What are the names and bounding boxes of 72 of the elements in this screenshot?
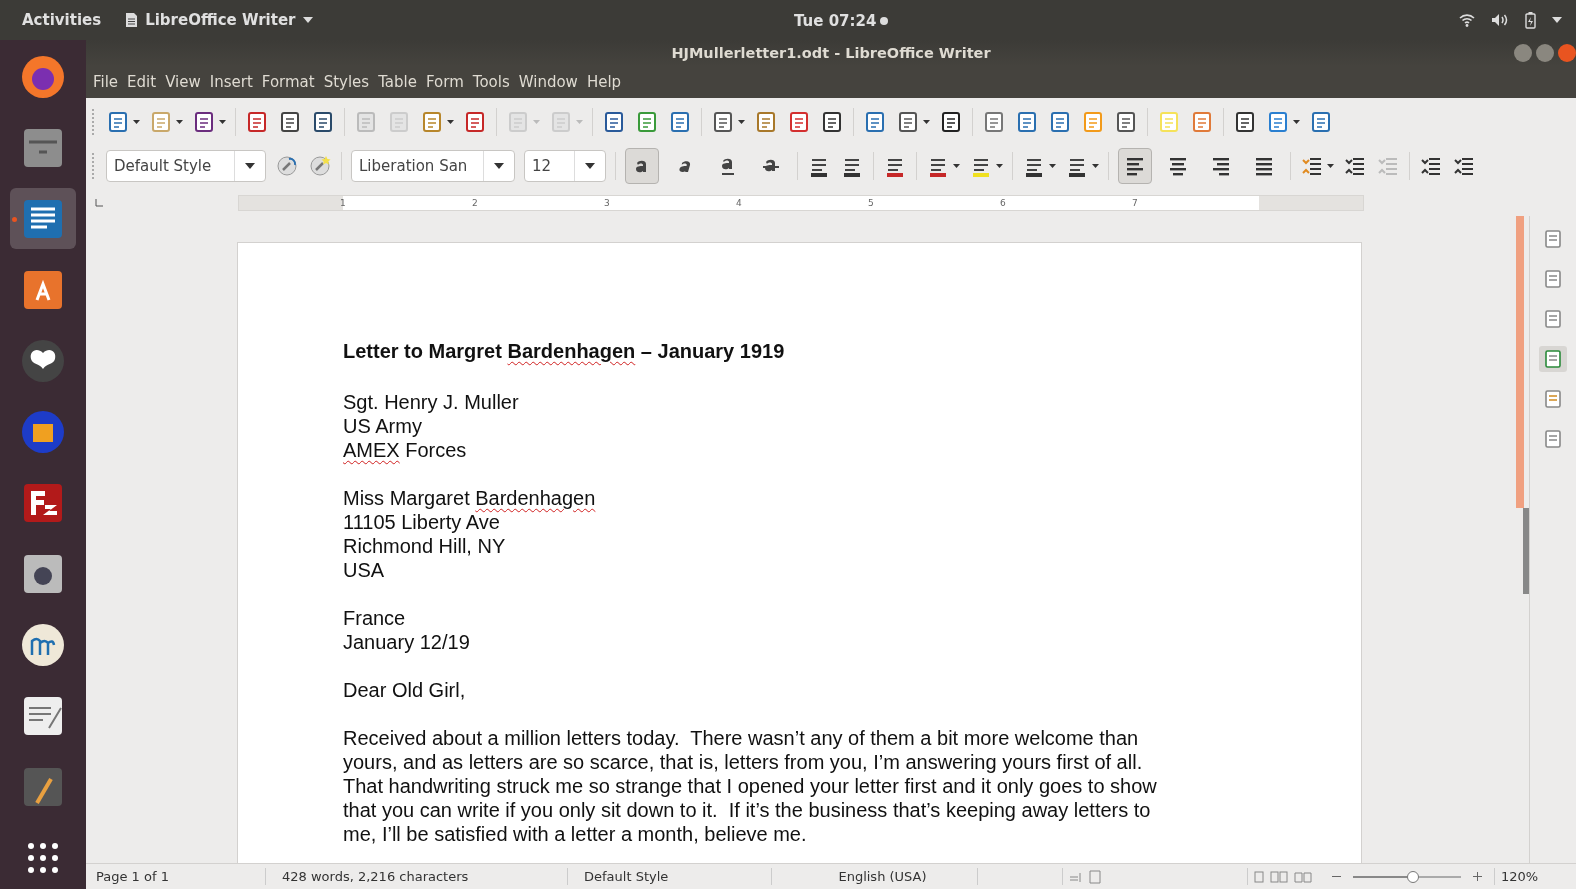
paragraph-style-dropdown[interactable]: Default Style [106, 150, 266, 182]
document-paragraph: Dear Old Girl, [343, 678, 467, 702]
update-style-icon[interactable] [275, 154, 299, 178]
menu-item[interactable]: Form [425, 73, 464, 91]
app-menu[interactable]: LibreOffice Writer [145, 11, 296, 29]
caret-icon [494, 163, 504, 169]
ruler[interactable]: 1 2 3 4 5 6 7 [238, 195, 1364, 211]
notification-dot-icon [880, 17, 889, 25]
dropdown-icon [302, 17, 313, 23]
ruler-label: 7 [1132, 197, 1138, 210]
battery-icon[interactable] [1525, 11, 1536, 29]
document-icon [125, 12, 139, 28]
word-count[interactable]: 428 words, 2,216 characters [272, 868, 568, 885]
text-language[interactable]: English (USA) [778, 868, 978, 885]
window-title: HJMullerletter1.odt - LibreOffice Writer [671, 45, 991, 61]
caret-icon[interactable] [923, 120, 930, 124]
document-paragraph: Received about a million letters today. There wasn’t any of them a bit more welcome than yours, and as letters are so scarce, that is, letters from you, I’m answering yours first of all. That handwriting struck me so strange that I opened your letter first and it only goes to show that you can write if you only sit down to it. If it’s the business that’s keeping away letters to me, I’ll be satisfied with a letter a month, believe me. [343, 726, 1158, 846]
menu-item[interactable]: Tools [472, 73, 510, 91]
menu-item[interactable]: File [93, 73, 119, 91]
menu-item[interactable]: Table [378, 73, 417, 91]
page-style[interactable]: Default Style [574, 868, 772, 885]
menu-item[interactable]: Window [518, 73, 578, 91]
menu-item[interactable]: Styles [323, 73, 370, 91]
document-paragraph: France January 12/19 [343, 606, 471, 654]
zoom-in-icon[interactable] [1473, 872, 1482, 881]
menu-item[interactable]: Format [261, 73, 315, 91]
wifi-icon[interactable] [1459, 13, 1475, 27]
caret-icon[interactable] [738, 120, 745, 124]
ruler-label: 4 [736, 197, 742, 210]
ruler-label: 2 [472, 197, 478, 210]
maximize-button[interactable] [1536, 44, 1554, 62]
scrollbar-thumb[interactable] [1516, 216, 1524, 508]
writer-document-launcher[interactable] [10, 188, 76, 250]
ruler-label: 3 [604, 197, 610, 210]
font-name-dropdown[interactable]: Liberation San [351, 150, 515, 182]
new-style-icon[interactable] [308, 154, 332, 178]
ruler-label: 5 [868, 197, 874, 210]
clock[interactable]: Tue 07:24 [794, 12, 877, 30]
caret-icon[interactable] [1092, 164, 1099, 168]
zoom-level[interactable]: 120% [1494, 868, 1539, 885]
sidebar-tab[interactable] [1539, 346, 1567, 372]
speaker-icon[interactable] [1491, 13, 1509, 27]
bold-button[interactable] [625, 148, 659, 184]
page-count[interactable]: Page 1 of 1 [86, 868, 266, 885]
menu-item[interactable]: View [165, 73, 201, 91]
ruler-label: 6 [1000, 197, 1006, 210]
new-document-icon[interactable] [106, 110, 130, 134]
caret-icon[interactable] [996, 164, 1003, 168]
caret-icon [585, 163, 595, 169]
caret-icon[interactable] [133, 120, 140, 124]
caret-icon[interactable] [219, 120, 226, 124]
caret-icon[interactable] [1327, 164, 1334, 168]
caret-icon [245, 163, 255, 169]
close-button[interactable] [1558, 44, 1576, 62]
minimize-button[interactable] [1514, 44, 1532, 62]
caret-icon[interactable] [176, 120, 183, 124]
menu-item[interactable]: Edit [127, 73, 157, 91]
align-left-button[interactable] [1118, 148, 1152, 184]
font-size-dropdown[interactable]: 12 [524, 150, 606, 182]
dropdown-icon[interactable] [1552, 17, 1562, 23]
page-icon [1542, 308, 1564, 330]
menu-item[interactable]: Help [586, 73, 622, 91]
menu-item[interactable]: Insert [209, 73, 253, 91]
caret-icon[interactable] [953, 164, 960, 168]
activities-button[interactable]: Activities [22, 11, 102, 29]
document-heading: Letter to Margret Bardenhagen – January 1919 [343, 339, 786, 363]
ruler-label: 1 [340, 197, 346, 210]
document-paragraph: Sgt. Henry J. Muller US Army AMEX Forces [343, 390, 520, 462]
document-paragraph: Miss Margaret Bardenhagen 11105 Liberty Ave Richmond Hill, NY USA [343, 486, 597, 582]
caret-icon[interactable] [447, 120, 454, 124]
caret-icon[interactable] [1049, 164, 1056, 168]
caret-icon[interactable] [1293, 120, 1300, 124]
